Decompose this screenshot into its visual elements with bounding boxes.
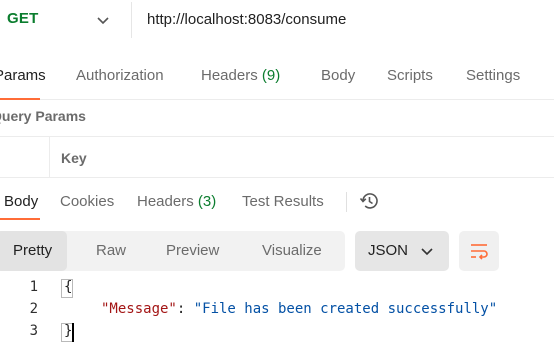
tab-label: Test Results	[242, 193, 324, 210]
tab-label: Headers	[201, 67, 262, 84]
tab-settings[interactable]: Settings	[466, 67, 520, 84]
view-mode-preview[interactable]: Preview	[166, 242, 219, 259]
line-number: 3	[29, 323, 38, 339]
url-divider	[131, 2, 132, 38]
format-label: JSON	[368, 242, 409, 259]
history-icon[interactable]	[358, 190, 380, 212]
json-colon: :	[176, 301, 194, 317]
view-mode-visualize[interactable]: Visualize	[262, 242, 322, 259]
tab-count: (9)	[261, 67, 281, 84]
url-input[interactable]: http://localhost:8083/consume	[147, 11, 346, 28]
response-tab-body[interactable]: Body	[4, 193, 38, 210]
table-border	[0, 177, 554, 178]
tab-count: (3)	[197, 193, 217, 210]
tab-headers[interactable]: Headers (9)	[201, 67, 280, 84]
table-border	[0, 136, 554, 137]
tab-label: Scripts	[387, 67, 433, 84]
response-tab-test-results[interactable]: Test Results	[242, 193, 324, 210]
tab-label: Authorization	[76, 67, 164, 84]
response-tab-cookies[interactable]: Cookies	[60, 193, 114, 210]
line-number: 2	[29, 301, 38, 317]
tab-authorization[interactable]: Authorization	[76, 67, 164, 84]
json-string-value: "File has been created successfully"	[193, 301, 498, 317]
tab-label: Headers	[137, 193, 198, 210]
active-tab-indicator	[0, 218, 40, 220]
json-line: "Message": "File has been created succes…	[101, 301, 497, 317]
view-mode-raw[interactable]: Raw	[96, 242, 126, 259]
json-key: "Message"	[101, 301, 177, 317]
tab-label: Body	[4, 193, 39, 210]
table-column-divider	[49, 137, 50, 177]
chevron-down-icon	[421, 248, 433, 256]
text-cursor	[72, 323, 74, 342]
tab-divider	[0, 99, 554, 100]
json-open-brace: {	[64, 279, 73, 295]
method-select[interactable]: GET	[7, 10, 38, 27]
active-tab-indicator	[0, 98, 40, 100]
tab-scripts[interactable]: Scripts	[387, 67, 433, 84]
section-title: Query Params	[0, 108, 86, 124]
wrap-lines-icon	[471, 244, 488, 260]
tab-label: Body	[321, 67, 356, 84]
tab-body[interactable]: Body	[321, 67, 355, 84]
view-mode-pretty[interactable]: Pretty	[13, 242, 52, 259]
response-tab-headers[interactable]: Headers (3)	[137, 193, 216, 210]
line-number: 1	[29, 279, 38, 295]
tab-label: Params	[0, 67, 46, 84]
column-header-key: Key	[61, 150, 87, 166]
tab-label: Cookies	[60, 193, 115, 210]
chevron-down-icon[interactable]	[95, 12, 111, 28]
tab-label: Settings	[466, 67, 521, 84]
divider	[346, 192, 347, 212]
tab-params[interactable]: Params	[0, 67, 46, 84]
